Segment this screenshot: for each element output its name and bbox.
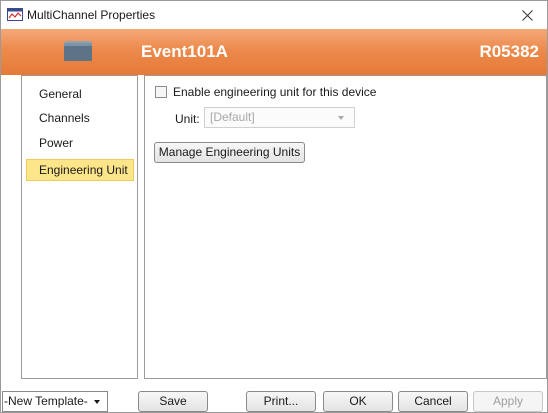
enable-engineering-unit-checkbox[interactable]: [155, 86, 167, 98]
engineering-unit-panel: Enable engineering unit for this device …: [144, 75, 547, 379]
print-button[interactable]: Print...: [246, 391, 316, 412]
enable-engineering-unit-option[interactable]: Enable engineering unit for this device: [155, 85, 376, 99]
ok-button[interactable]: OK: [323, 391, 393, 412]
nav-item-general[interactable]: General: [26, 83, 134, 105]
app-icon: [7, 8, 23, 21]
close-button[interactable]: [507, 1, 547, 29]
nav-item-power[interactable]: Power: [26, 132, 134, 154]
device-name: Event101A: [141, 42, 228, 61]
template-value: -New Template-: [4, 394, 88, 408]
close-icon: [521, 9, 533, 21]
template-dropdown[interactable]: -New Template-: [2, 391, 108, 412]
unit-value: [Default]: [210, 110, 255, 124]
enable-engineering-unit-label: Enable engineering unit for this device: [173, 85, 377, 99]
window-title: MultiChannel Properties: [27, 8, 156, 22]
chevron-down-icon: [338, 116, 344, 120]
nav-item-channels[interactable]: Channels: [26, 107, 134, 129]
unit-label: Unit:: [175, 112, 200, 126]
properties-dialog: MultiChannel Properties Event101A R05382…: [0, 0, 548, 413]
device-serial: R05382: [479, 42, 539, 61]
manage-engineering-units-button[interactable]: Manage Engineering Units: [154, 142, 305, 163]
unit-dropdown[interactable]: [Default]: [204, 107, 355, 128]
nav-item-engineering-unit[interactable]: Engineering Unit: [26, 159, 134, 181]
title-bar: MultiChannel Properties: [1, 1, 547, 29]
dropdown-arrow-icon: [94, 400, 100, 404]
device-header: Event101A R05382: [1, 29, 547, 75]
apply-button[interactable]: Apply: [473, 391, 543, 412]
cancel-button[interactable]: Cancel: [398, 391, 468, 412]
save-button[interactable]: Save: [138, 391, 208, 412]
device-icon: [64, 41, 92, 61]
property-nav: General Channels Power Engineering Unit: [21, 75, 138, 379]
